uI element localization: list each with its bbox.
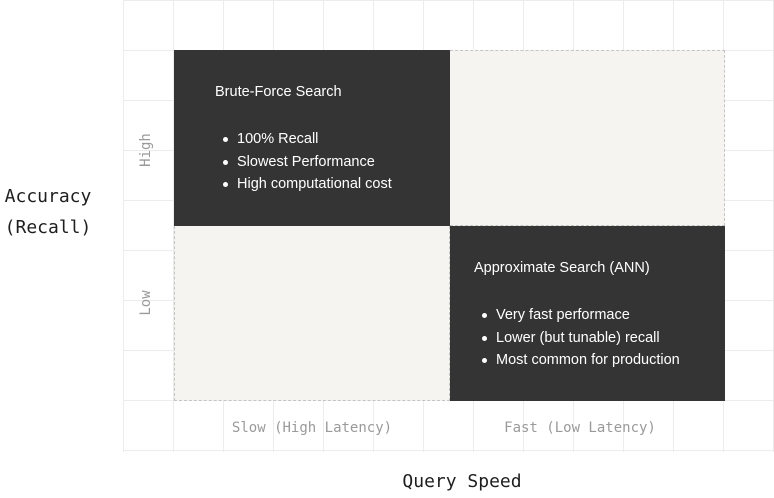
x-axis-title: Query Speed xyxy=(402,471,522,492)
quadrant-bullet-list: Very fast performace Lower (but tunable)… xyxy=(480,304,680,372)
quadrant-brute-force: Brute-Force Search 100% Recall Slowest P… xyxy=(174,50,450,226)
quadrant-top-right-empty xyxy=(450,50,725,226)
y-tick-high: High xyxy=(138,133,154,167)
x-tick-fast: Fast (Low Latency) xyxy=(504,420,656,436)
x-tick-slow: Slow (High Latency) xyxy=(231,420,393,436)
y-tick-low: Low xyxy=(138,290,154,316)
quadrant-title: Brute-Force Search xyxy=(215,84,342,100)
y-axis-title: Accuracy (Recall) xyxy=(0,181,96,243)
y-axis-title-line1: Accuracy xyxy=(4,186,92,207)
bullet-item: High computational cost xyxy=(223,173,392,196)
quadrant-approximate-search: Approximate Search (ANN) Very fast perfo… xyxy=(450,226,725,401)
bullet-item: Most common for production xyxy=(482,349,680,372)
quadrant-title: Approximate Search (ANN) xyxy=(474,260,650,276)
quadrant-bullet-list: 100% Recall Slowest Performance High com… xyxy=(221,128,392,196)
bullet-item: Lower (but tunable) recall xyxy=(482,327,680,350)
y-axis-title-line2: (Recall) xyxy=(4,217,92,238)
bullet-item: Slowest Performance xyxy=(223,151,392,174)
quadrant-bottom-left-empty xyxy=(174,226,450,401)
bullet-item: 100% Recall xyxy=(223,128,392,151)
bullet-item: Very fast performace xyxy=(482,304,680,327)
